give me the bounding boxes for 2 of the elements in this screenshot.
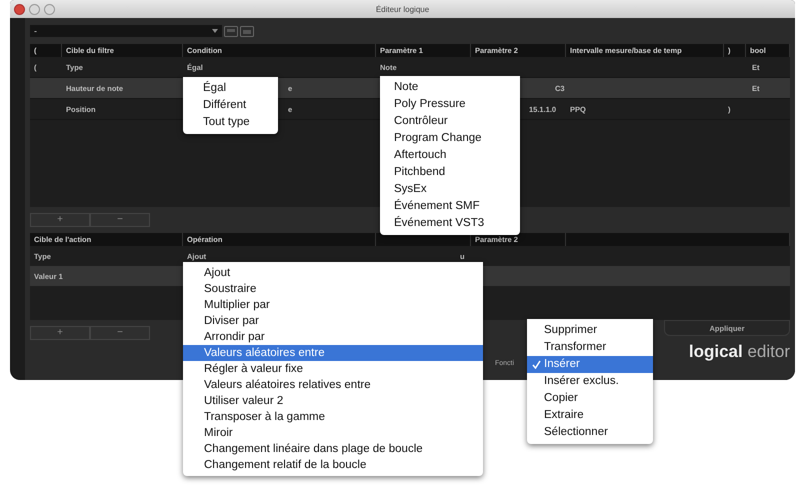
window-title: Éditeur logique [376,4,430,14]
logo: logical editor [688,342,790,362]
